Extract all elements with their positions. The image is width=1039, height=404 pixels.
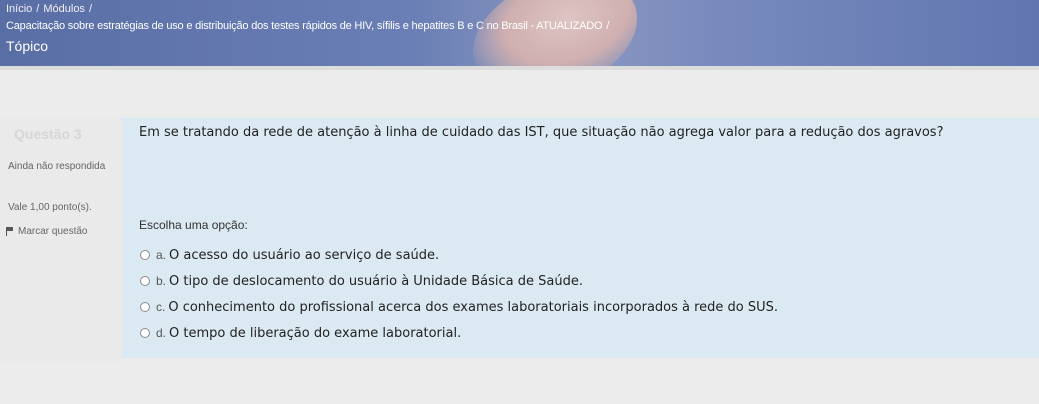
radio-button[interactable] xyxy=(140,250,150,260)
option-letter: c. xyxy=(156,300,166,314)
question-info-panel: Questão 3 Ainda não respondida Vale 1,00… xyxy=(0,118,122,364)
breadcrumb-separator: / xyxy=(36,3,40,15)
breadcrumb-separator: / xyxy=(606,20,610,32)
flag-icon xyxy=(6,227,14,236)
option-text: O acesso do usuário ao serviço de saúde. xyxy=(169,247,440,263)
course-title-breadcrumb: Capacitação sobre estratégias de uso e d… xyxy=(6,20,609,32)
page-footer-area xyxy=(0,364,1039,404)
answer-option-b[interactable]: b. O tipo de deslocamento do usuário à U… xyxy=(140,268,778,294)
answer-option-c[interactable]: c. O conhecimento do profissional acerca… xyxy=(140,294,778,320)
breadcrumb-separator: / xyxy=(88,3,92,15)
breadcrumb-home-link[interactable]: Início xyxy=(6,3,32,15)
radio-button[interactable] xyxy=(140,328,150,338)
breadcrumb: Início / Módulos / xyxy=(6,3,92,15)
radio-button[interactable] xyxy=(140,302,150,312)
divider xyxy=(0,66,1039,70)
answer-option-a[interactable]: a. O acesso do usuário ao serviço de saú… xyxy=(140,242,778,268)
page-title: Tópico xyxy=(6,38,49,54)
answer-prompt: Escolha uma opção: xyxy=(139,218,248,232)
breadcrumb-modules-link[interactable]: Módulos xyxy=(43,3,85,15)
header-banner-image xyxy=(456,0,654,66)
course-title-link[interactable]: Capacitação sobre estratégias de uso e d… xyxy=(6,20,603,32)
option-letter: a. xyxy=(156,248,167,262)
course-header: Início / Módulos / Capacitação sobre est… xyxy=(0,0,1039,66)
option-letter: d. xyxy=(156,326,167,340)
flag-question-button[interactable]: Marcar questão xyxy=(6,226,87,237)
question-text: Em se tratando da rede de atenção à linh… xyxy=(139,125,944,140)
option-letter: b. xyxy=(156,274,167,288)
flag-question-label: Marcar questão xyxy=(18,226,88,237)
answer-option-d[interactable]: d. O tempo de liberação do exame laborat… xyxy=(140,320,778,346)
question-state: Ainda não respondida xyxy=(8,161,106,172)
answer-options: a. O acesso do usuário ao serviço de saú… xyxy=(140,242,778,346)
question-formulation: Em se tratando da rede de atenção à linh… xyxy=(122,118,1039,358)
question-number: Questão 3 xyxy=(14,126,82,142)
option-text: O conhecimento do profissional acerca do… xyxy=(168,299,779,315)
option-text: O tempo de liberação do exame laboratori… xyxy=(169,325,462,341)
option-text: O tipo de deslocamento do usuário à Unid… xyxy=(169,273,583,289)
radio-button[interactable] xyxy=(140,276,150,286)
question-grade: Vale 1,00 ponto(s). xyxy=(8,202,92,213)
